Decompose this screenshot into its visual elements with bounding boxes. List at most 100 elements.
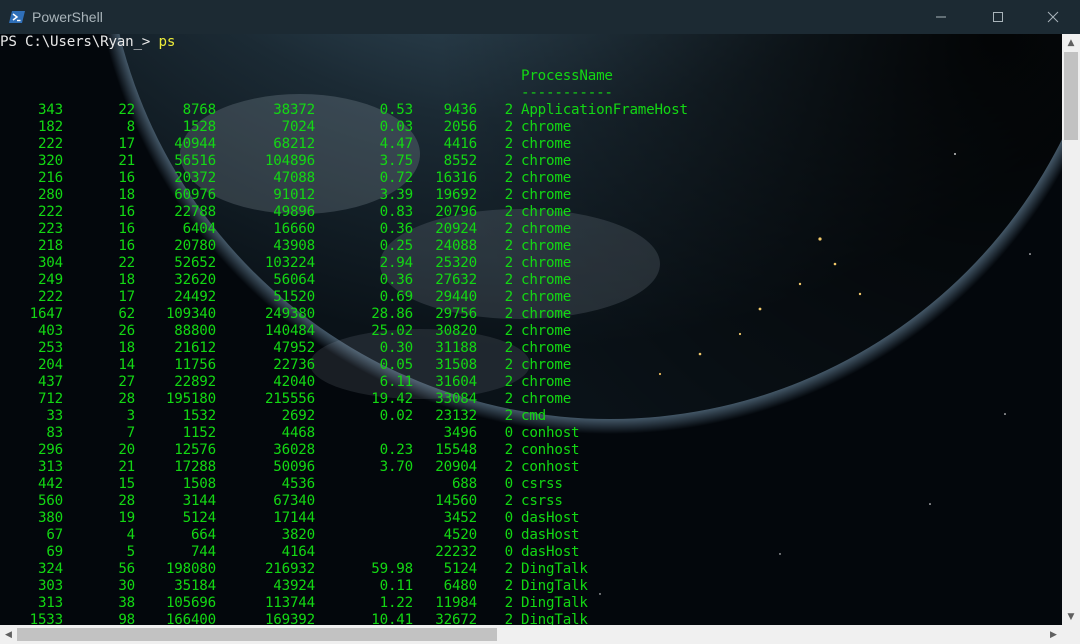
cell-process-name: chrome bbox=[521, 374, 572, 390]
process-row: 223 16 6404 16660 0.36 20924 2 chrome bbox=[0, 221, 1062, 238]
process-row: 437 27 22892 42040 6.11 31604 2 chrome bbox=[0, 374, 1062, 391]
cell-handles: 303 bbox=[37, 578, 63, 594]
horizontal-scrollbar[interactable]: ◀ ▶ bbox=[0, 625, 1062, 644]
cell-npm: 16 bbox=[118, 221, 135, 237]
cell-ws: 103224 bbox=[264, 255, 315, 271]
process-row: 712 28 195180 215556 19.42 33084 2 chrome bbox=[0, 391, 1062, 408]
process-row: 304 22 52652 103224 2.94 25320 2 chrome bbox=[0, 255, 1062, 272]
cell-process-name: ApplicationFrameHost bbox=[521, 102, 688, 118]
cell-npm: 18 bbox=[118, 187, 135, 203]
cell-npm: 98 bbox=[118, 612, 135, 625]
maximize-button[interactable] bbox=[975, 0, 1021, 34]
cell-pm: 20372 bbox=[174, 170, 216, 186]
command-text: ps bbox=[158, 34, 176, 50]
cell-process-name: dasHost bbox=[521, 510, 580, 526]
cell-pm: 22892 bbox=[174, 374, 216, 390]
horizontal-scroll-thumb[interactable] bbox=[17, 628, 497, 641]
process-row: 33 3 1532 2692 0.02 23132 2 cmd bbox=[0, 408, 1062, 425]
cell-ws: 113744 bbox=[264, 595, 315, 611]
cell-ws: 67340 bbox=[273, 493, 315, 509]
cell-ws: 51520 bbox=[273, 289, 315, 305]
cell-handles: 442 bbox=[37, 476, 63, 492]
cell-pm: 1532 bbox=[182, 408, 217, 424]
cell-process-name: DingTalk bbox=[521, 595, 588, 611]
scroll-left-arrow-icon[interactable]: ◀ bbox=[0, 625, 17, 644]
terminal-output[interactable]: PS C:\Users\Ryan_> ps HandlesNPM(K)PM(K)… bbox=[0, 34, 1062, 625]
cell-handles: 403 bbox=[37, 323, 63, 339]
cell-handles: 222 bbox=[37, 136, 63, 152]
scroll-up-arrow-icon[interactable]: ▲ bbox=[1062, 34, 1080, 51]
scroll-down-arrow-icon[interactable]: ▼ bbox=[1062, 608, 1080, 625]
cell-ws: 4536 bbox=[281, 476, 316, 492]
vertical-scroll-thumb[interactable] bbox=[1064, 52, 1078, 140]
cell-pm: 60976 bbox=[174, 187, 216, 203]
cell-cpu: 0.25 bbox=[379, 238, 414, 254]
cell-id: 3496 bbox=[443, 425, 478, 441]
cell-si: 2 bbox=[504, 408, 514, 424]
minimize-button[interactable] bbox=[918, 0, 964, 34]
cell-cpu: 0.69 bbox=[379, 289, 414, 305]
cell-pm: 8768 bbox=[182, 102, 217, 118]
cell-pm: 105696 bbox=[165, 595, 216, 611]
cell-ws: 47952 bbox=[273, 340, 315, 356]
cell-si: 0 bbox=[504, 544, 514, 560]
cell-process-name: chrome bbox=[521, 238, 572, 254]
process-row: 222 17 40944 68212 4.47 4416 2 chrome bbox=[0, 136, 1062, 153]
cell-process-name: conhost bbox=[521, 442, 580, 458]
cell-ws: 56064 bbox=[273, 272, 315, 288]
cell-handles: 222 bbox=[37, 204, 63, 220]
cell-ws: 22736 bbox=[273, 357, 315, 373]
cell-handles: 216 bbox=[37, 170, 63, 186]
cell-pm: 12576 bbox=[174, 442, 216, 458]
cell-handles: 182 bbox=[37, 119, 63, 135]
process-row: 403 26 88800 140484 25.02 30820 2 chrome bbox=[0, 323, 1062, 340]
process-row: 1533 98 166400 169392 10.41 32672 2 DingTalk bbox=[0, 612, 1062, 625]
console-area[interactable]: PS C:\Users\Ryan_> ps HandlesNPM(K)PM(K)… bbox=[0, 34, 1062, 625]
cell-cpu: 4.47 bbox=[379, 136, 414, 152]
cell-si: 2 bbox=[504, 340, 514, 356]
cell-pm: 40944 bbox=[174, 136, 216, 152]
cell-si: 2 bbox=[504, 204, 514, 220]
cell-cpu: 0.36 bbox=[379, 272, 414, 288]
cell-ws: 43924 bbox=[273, 578, 315, 594]
cell-cpu: 0.30 bbox=[379, 340, 414, 356]
cell-process-name: csrss bbox=[521, 476, 563, 492]
cell-cpu: 10.41 bbox=[371, 612, 413, 625]
process-row: 313 21 17288 50096 3.70 20904 2 conhost bbox=[0, 459, 1062, 476]
process-row: 249 18 32620 56064 0.36 27632 2 chrome bbox=[0, 272, 1062, 289]
cell-npm: 7 bbox=[126, 425, 136, 441]
title-bar[interactable]: PowerShell bbox=[0, 0, 1080, 34]
cell-process-name: chrome bbox=[521, 357, 572, 373]
cell-npm: 30 bbox=[118, 578, 135, 594]
close-button[interactable] bbox=[1030, 0, 1076, 34]
cell-pm: 6404 bbox=[182, 221, 217, 237]
cell-ws: 91012 bbox=[273, 187, 315, 203]
cell-id: 29440 bbox=[435, 289, 477, 305]
cell-process-name: chrome bbox=[521, 255, 572, 271]
process-row: 218 16 20780 43908 0.25 24088 2 chrome bbox=[0, 238, 1062, 255]
cell-npm: 5 bbox=[126, 544, 136, 560]
vertical-scrollbar[interactable]: ▲ ▼ bbox=[1062, 34, 1080, 625]
cell-ws: 169392 bbox=[264, 612, 315, 625]
cell-si: 2 bbox=[504, 153, 514, 169]
cell-handles: 204 bbox=[37, 357, 63, 373]
powershell-window: PowerShell PS C:\Users\Ryan_> ps Process… bbox=[0, 0, 1080, 644]
cell-pm: 17288 bbox=[174, 459, 216, 475]
cell-cpu: 0.36 bbox=[379, 221, 414, 237]
process-row: 69 5 744 4164 22232 0 dasHost bbox=[0, 544, 1062, 561]
cell-npm: 22 bbox=[118, 102, 135, 118]
cell-handles: 712 bbox=[37, 391, 63, 407]
process-row: 216 16 20372 47088 0.72 16316 2 chrome bbox=[0, 170, 1062, 187]
scroll-right-arrow-icon[interactable]: ▶ bbox=[1045, 625, 1062, 644]
cell-si: 0 bbox=[504, 510, 514, 526]
cell-id: 9436 bbox=[443, 102, 478, 118]
cell-cpu: 0.02 bbox=[379, 408, 414, 424]
close-icon bbox=[1047, 11, 1059, 23]
process-row: 83 7 1152 4468 3496 0 conhost bbox=[0, 425, 1062, 442]
cell-pm: 744 bbox=[190, 544, 216, 560]
cell-ws: 104896 bbox=[264, 153, 315, 169]
cell-si: 2 bbox=[504, 357, 514, 373]
maximize-icon bbox=[993, 12, 1003, 22]
cell-pm: 1528 bbox=[182, 119, 217, 135]
cell-id: 22232 bbox=[435, 544, 477, 560]
